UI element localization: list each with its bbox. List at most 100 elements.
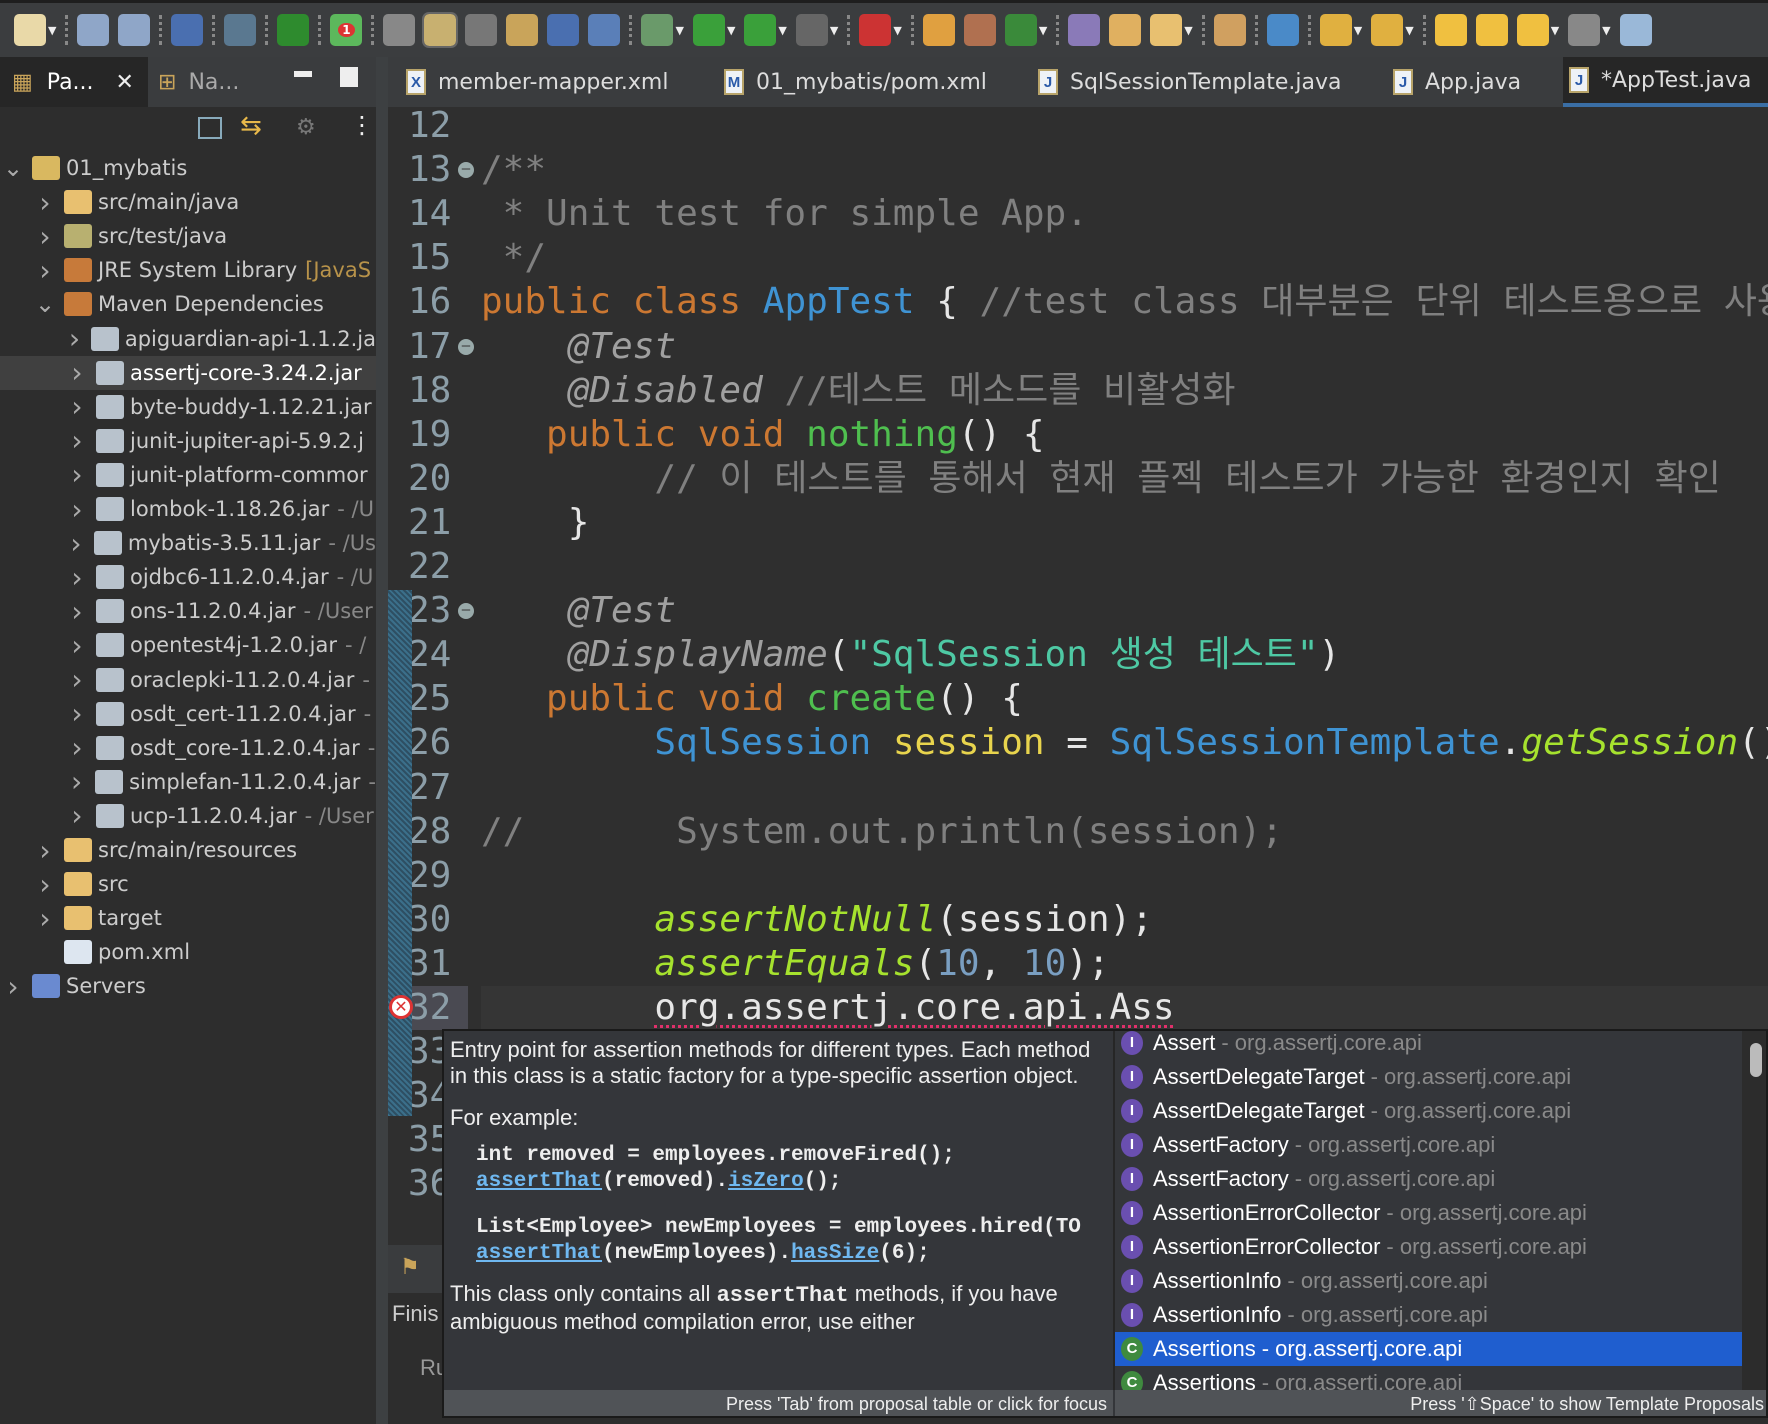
doc-link[interactable]: assertThat — [476, 1242, 602, 1265]
tree-item[interactable]: › mybatis-3.5.11.jar - /Us — [0, 526, 376, 560]
forward-edit-icon[interactable] — [1475, 14, 1508, 46]
new-class-icon[interactable] — [1004, 14, 1037, 46]
code-text[interactable]: // 이 테스트를 통해서 현재 플젝 테스트가 가능한 환경인지 확인 — [481, 457, 1720, 501]
next-annotation-icon[interactable] — [1319, 14, 1352, 46]
code-text[interactable]: org.assertj.core.api.Ass — [481, 986, 1174, 1030]
code-text[interactable]: * Unit test for simple App. — [481, 192, 1088, 236]
dropdown-arrow-icon[interactable]: ▼ — [778, 24, 786, 37]
tree-item[interactable]: › JRE System Library [JavaS — [0, 253, 376, 287]
editor-tab[interactable]: Xmember-mapper.xml — [400, 57, 668, 107]
chevron-right-icon[interactable]: › — [34, 868, 56, 901]
maximize-button[interactable] — [340, 67, 358, 87]
scrollbar-thumb[interactable] — [1750, 1043, 1762, 1077]
skip-breakpoints-icon[interactable] — [224, 14, 257, 46]
close-icon[interactable]: ✕ — [116, 70, 134, 95]
proposal-item[interactable]: I AssertionInfo - org.assertj.core.api — [1115, 1264, 1742, 1298]
minimize-button[interactable] — [294, 71, 312, 77]
tree-item[interactable]: › src — [0, 867, 376, 901]
proposal-item[interactable]: I AssertFactory - org.assertj.core.api — [1115, 1162, 1742, 1196]
new-wizard-icon[interactable] — [14, 14, 46, 46]
chevron-right-icon[interactable]: › — [66, 663, 88, 696]
chevron-right-icon[interactable]: › — [66, 595, 88, 628]
tree-item[interactable]: pom.xml — [0, 935, 376, 969]
tree-item[interactable]: ⌄ 01_mybatis — [0, 151, 376, 185]
open-task-icon[interactable] — [1068, 14, 1101, 46]
code-text[interactable]: @Test — [481, 325, 676, 369]
code-text[interactable]: */ — [481, 236, 546, 280]
tree-item[interactable]: › apiguardian-api-1.1.2.ja — [0, 322, 376, 356]
chevron-right-icon[interactable]: › — [34, 902, 56, 935]
search-pencil-icon[interactable] — [1150, 14, 1183, 46]
proposal-scrollbar[interactable] — [1742, 1031, 1766, 1390]
block-selection-icon[interactable] — [547, 14, 580, 46]
proposal-item[interactable]: C Assertions - org.assertj.core.api — [1115, 1366, 1742, 1390]
mark-occurrences-icon[interactable] — [422, 12, 459, 48]
tree-item[interactable]: › ons-11.2.0.4.jar - /User — [0, 594, 376, 628]
run-icon[interactable] — [692, 14, 725, 46]
chevron-right-icon[interactable]: › — [34, 254, 56, 287]
tab-navigator[interactable]: ⊞ Na... — [158, 57, 239, 107]
new-java-project-icon[interactable] — [922, 14, 955, 46]
editor-tab[interactable]: J *AppTest.java — [1563, 57, 1768, 107]
save-all-icon[interactable] — [118, 14, 151, 46]
chevron-right-icon[interactable]: › — [66, 458, 88, 491]
dropdown-arrow-icon[interactable]: ▼ — [675, 24, 683, 37]
tree-item[interactable]: › src/main/resources — [0, 833, 376, 867]
fold-collapse-icon[interactable]: – — [458, 162, 474, 179]
proposal-item[interactable]: I AssertDelegateTarget - org.assertj.core.… — [1115, 1094, 1742, 1128]
chevron-right-icon[interactable]: › — [66, 799, 88, 832]
new-package-icon[interactable] — [963, 14, 996, 46]
perspective-icon[interactable] — [1619, 14, 1652, 46]
coverage-icon[interactable] — [744, 14, 777, 46]
dropdown-arrow-icon[interactable]: ▼ — [1354, 24, 1362, 37]
editor-tab[interactable]: J App.java — [1387, 57, 1521, 107]
error-icon[interactable]: ✕ — [389, 995, 413, 1019]
tree-item[interactable]: › src/main/java — [0, 185, 376, 219]
toggle-block-icon[interactable] — [465, 14, 498, 46]
chevron-right-icon[interactable]: › — [2, 970, 24, 1003]
proposal-item[interactable]: I AssertionErrorCollector - org.assertj.co… — [1115, 1196, 1742, 1230]
chevron-right-icon[interactable]: › — [66, 765, 87, 798]
chevron-right-icon[interactable]: › — [66, 731, 88, 764]
code-text[interactable]: @Disabled //테스트 메소드를 비활성화 — [481, 369, 1236, 413]
tab-package-explorer[interactable]: ▦ Pa... ✕ — [0, 57, 148, 107]
doc-link[interactable]: hasSize — [791, 1242, 879, 1265]
dropdown-arrow-icon[interactable]: ▼ — [727, 24, 735, 37]
code-text[interactable]: @Test — [481, 589, 676, 633]
open-folder-icon[interactable] — [1109, 14, 1142, 46]
chevron-right-icon[interactable]: › — [66, 629, 88, 662]
tree-item[interactable]: › oraclepki-11.2.0.4.jar - — [0, 663, 376, 697]
code-text[interactable]: public void create() { — [481, 677, 1023, 721]
chevron-down-icon[interactable]: ⌄ — [2, 154, 24, 182]
tree-item[interactable]: › junit-jupiter-api-5.9.2.j — [0, 424, 376, 458]
chevron-right-icon[interactable]: › — [66, 527, 86, 560]
code-text[interactable]: } — [481, 501, 590, 545]
chevron-right-icon[interactable]: › — [66, 356, 88, 389]
dropdown-arrow-icon[interactable]: ▼ — [1551, 24, 1559, 37]
editor-tab[interactable]: M 01_mybatis/pom.xml — [718, 57, 987, 107]
chevron-right-icon[interactable]: › — [66, 561, 88, 594]
tree-item[interactable]: › Servers — [0, 969, 376, 1003]
collapse-all-icon[interactable] — [198, 117, 222, 139]
word-wrap-icon[interactable] — [506, 14, 539, 46]
previous-annotation-icon[interactable] — [1371, 14, 1404, 46]
code-text[interactable]: @DisplayName("SqlSession 생성 테스트") — [481, 633, 1341, 677]
fold-collapse-icon[interactable]: – — [458, 603, 474, 620]
proposal-item[interactable]: I AssertFactory - org.assertj.core.api — [1115, 1128, 1742, 1162]
chevron-right-icon[interactable]: › — [34, 220, 56, 253]
spring-update-icon[interactable]: 1 — [330, 14, 363, 46]
proposal-item[interactable]: I Assert - org.assertj.core.api — [1115, 1031, 1742, 1060]
chevron-right-icon[interactable]: › — [66, 424, 88, 457]
tree-item[interactable]: › osdt_core-11.2.0.4.jar - — [0, 731, 376, 765]
tree-item[interactable]: › byte-buddy-1.12.21.jar — [0, 390, 376, 424]
panel-splitter[interactable] — [376, 57, 388, 1424]
last-edit-icon[interactable] — [1434, 14, 1467, 46]
editor-tab[interactable]: J SqlSessionTemplate.java — [1032, 57, 1341, 107]
dropdown-arrow-icon[interactable]: ▼ — [893, 24, 901, 37]
external-tools-icon[interactable] — [859, 14, 892, 46]
debug-icon[interactable] — [641, 14, 674, 46]
tree-item[interactable]: › assertj-core-3.24.2.jar — [0, 355, 376, 390]
tree-item[interactable]: › osdt_cert-11.2.0.4.jar - — [0, 697, 376, 731]
tree-item[interactable]: ⌄ Maven Dependencies — [0, 287, 376, 321]
chevron-right-icon[interactable]: › — [34, 834, 56, 867]
